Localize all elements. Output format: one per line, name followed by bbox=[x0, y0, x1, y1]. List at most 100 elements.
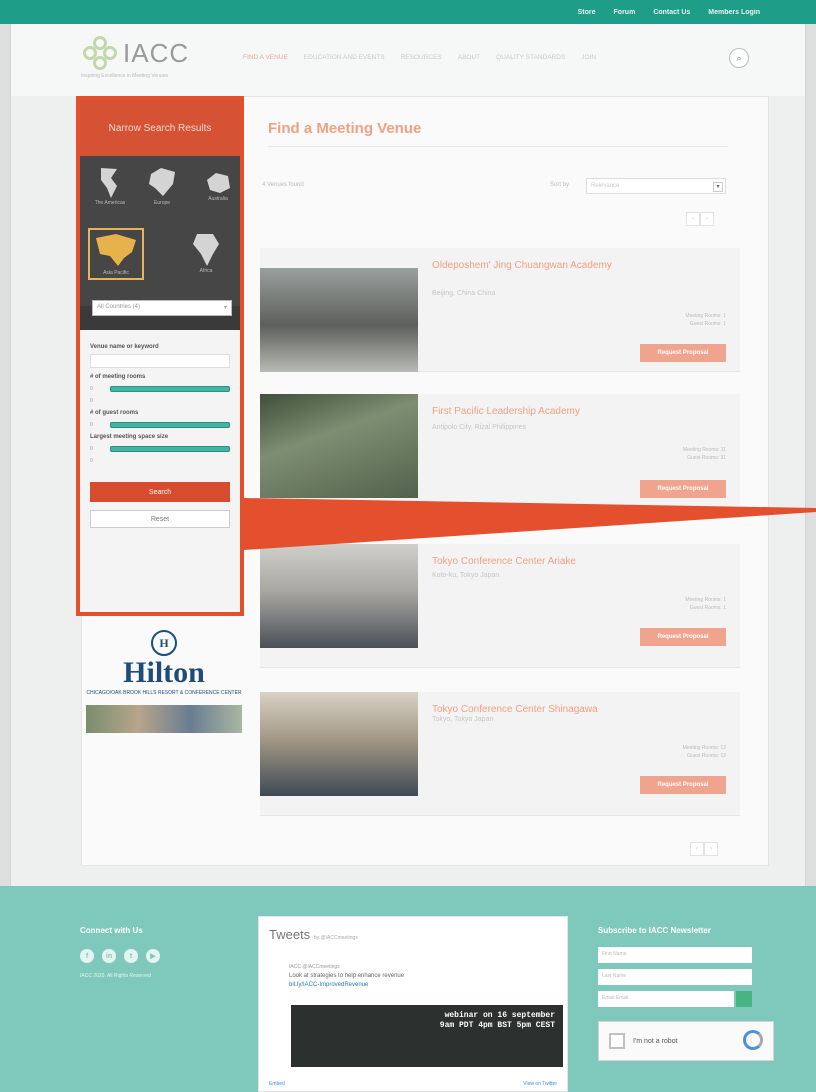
ad-image bbox=[86, 705, 242, 733]
tweet-link[interactable]: bit.ly/IACC-ImprovedRevenue bbox=[289, 981, 549, 990]
prev-page-icon[interactable]: ‹ bbox=[690, 842, 704, 856]
nav-find-venue[interactable]: Find a Venue bbox=[243, 54, 288, 61]
guest-rooms-label: # of guest rooms bbox=[90, 410, 139, 416]
captcha-checkbox[interactable] bbox=[609, 1033, 625, 1049]
twitter-widget: Tweets by @IACCmeetings IACC @IACCmeetin… bbox=[258, 916, 568, 1092]
venue-card[interactable]: Tokyo Conference Center Shinagawa Tokyo,… bbox=[260, 692, 740, 816]
region-europe[interactable]: Europe bbox=[142, 166, 182, 206]
region-label: Europe bbox=[153, 200, 171, 206]
youtube-icon[interactable]: ▶ bbox=[146, 949, 160, 963]
venue-name[interactable]: Oldeposhem' Jing Chuangwan Academy bbox=[432, 260, 612, 272]
australia-map-icon bbox=[207, 173, 230, 193]
europe-map-icon bbox=[149, 168, 175, 196]
email-field[interactable]: Email Email bbox=[598, 991, 734, 1007]
utility-link-contact[interactable]: Contact Us bbox=[653, 9, 690, 16]
largest-space-slider[interactable] bbox=[110, 446, 230, 452]
recaptcha-icon bbox=[743, 1030, 763, 1050]
narrow-search-panel: Narrow Search Results The Americas Europ… bbox=[76, 96, 244, 616]
sort-value: Relevance bbox=[591, 183, 620, 189]
americas-map-icon bbox=[101, 168, 117, 198]
region-africa[interactable]: Africa bbox=[184, 230, 228, 274]
venue-location: Beijing, China China bbox=[432, 290, 496, 297]
search-button[interactable]: Search bbox=[90, 482, 230, 502]
nav-quality[interactable]: Quality Standards bbox=[496, 54, 565, 61]
nav-join[interactable]: Join bbox=[581, 54, 596, 61]
utility-link-login[interactable]: Members Login bbox=[708, 9, 760, 16]
hilton-ad[interactable]: H Hilton CHICAGO/OAK BROOK HILLS RESORT … bbox=[86, 630, 242, 762]
next-page-icon[interactable]: › bbox=[700, 212, 714, 226]
guest-rooms-count: Guest Rooms: 12 bbox=[687, 753, 726, 759]
meeting-rooms-label: # of meeting rooms bbox=[90, 374, 146, 380]
venue-photo bbox=[260, 268, 418, 372]
utility-link-store[interactable]: Store bbox=[578, 9, 596, 16]
tweet-author[interactable]: IACC @IACCmeetings bbox=[289, 963, 549, 972]
twitter-icon[interactable]: t bbox=[124, 949, 138, 963]
results-count: 4 Venues found bbox=[262, 182, 304, 188]
venue-stats: Meeting Rooms: 1 Guest Rooms: 1 bbox=[685, 312, 726, 328]
meeting-rooms-count: Meeting Rooms: 11 bbox=[683, 447, 726, 453]
recaptcha[interactable]: I'm not a robot bbox=[598, 1021, 774, 1061]
guest-rooms-slider[interactable] bbox=[110, 422, 230, 428]
guest-rooms-count: Guest Rooms: 31 bbox=[687, 455, 726, 461]
facebook-icon[interactable]: f bbox=[80, 949, 94, 963]
request-proposal-button[interactable]: Request Proposal bbox=[640, 344, 726, 362]
request-proposal-button[interactable]: Request Proposal bbox=[640, 628, 726, 646]
prev-page-icon[interactable]: ‹ bbox=[686, 212, 700, 226]
site-logo[interactable]: IACC bbox=[83, 36, 189, 70]
region-label: The Americas bbox=[94, 200, 126, 206]
reset-button[interactable]: Reset bbox=[90, 510, 230, 528]
connect-title: Connect with Us bbox=[80, 926, 143, 935]
region-label: Australia bbox=[208, 196, 228, 202]
venue-stats: Meeting Rooms: 11 Guest Rooms: 31 bbox=[683, 446, 726, 462]
slider-min: 0 bbox=[90, 446, 93, 452]
tweet-image[interactable]: webinar on 16 september 9am PDT 4pm BST … bbox=[291, 1005, 563, 1067]
embed-link[interactable]: Embed bbox=[269, 1081, 285, 1087]
last-name-field[interactable]: Last Name bbox=[598, 969, 752, 985]
tweets-by[interactable]: by @IACCmeetings bbox=[314, 935, 358, 941]
region-australia[interactable]: Australia bbox=[198, 170, 238, 202]
keyword-input[interactable] bbox=[90, 354, 230, 368]
connect-section: Connect with Us f in t ▶ IACC 2020. All … bbox=[80, 926, 160, 979]
region-asia-pacific[interactable]: Asia Pacific bbox=[88, 228, 144, 280]
country-select[interactable]: All Countries (4) ▾ bbox=[92, 300, 232, 316]
guest-rooms-count: Guest Rooms: 1 bbox=[689, 321, 726, 327]
sort-select[interactable]: Relevance ▾ bbox=[586, 178, 726, 194]
tweet-text: Look at strategies to help enhance reven… bbox=[289, 973, 405, 979]
region-label: Africa bbox=[199, 268, 213, 274]
venue-stats: Meeting Rooms: 12 Guest Rooms: 12 bbox=[683, 744, 726, 760]
filter-form: Venue name or keyword # of meeting rooms… bbox=[80, 330, 240, 612]
request-proposal-button[interactable]: Request Proposal bbox=[640, 776, 726, 794]
region-americas[interactable]: The Americas bbox=[90, 166, 130, 206]
venue-card[interactable]: Oldeposhem' Jing Chuangwan Academy Beiji… bbox=[260, 248, 740, 372]
meeting-rooms-count: Meeting Rooms: 12 bbox=[682, 745, 726, 751]
venue-location: Antipolo City, Rizal Philippines bbox=[432, 424, 527, 431]
keyword-label: Venue name or keyword bbox=[90, 344, 159, 350]
meeting-rooms-slider[interactable] bbox=[110, 386, 230, 392]
logo-mark-icon bbox=[83, 36, 117, 70]
nav-education[interactable]: Education and Events bbox=[304, 54, 385, 61]
venue-name[interactable]: Tokyo Conference Center Shinagawa bbox=[432, 704, 612, 716]
main-nav: Find a Venue Education and Events Resour… bbox=[243, 54, 596, 61]
site-header: IACC Inspiring Excellence in Meeting Ven… bbox=[11, 24, 805, 96]
callout-arrow-icon bbox=[244, 498, 816, 550]
venue-name[interactable]: First Pacific Leadership Academy bbox=[432, 406, 612, 418]
view-on-twitter-link[interactable]: View on Twitter bbox=[523, 1081, 557, 1087]
chevron-down-icon: ▾ bbox=[223, 305, 227, 311]
meeting-rooms-count: Meeting Rooms: 1 bbox=[685, 313, 726, 319]
first-name-field[interactable]: First Name bbox=[598, 947, 752, 963]
ad-brand: Hilton bbox=[123, 656, 205, 689]
site-footer: Connect with Us f in t ▶ IACC 2020. All … bbox=[0, 886, 816, 1092]
nav-resources[interactable]: Resources bbox=[401, 54, 442, 61]
linkedin-icon[interactable]: in bbox=[102, 949, 116, 963]
subscribe-button[interactable] bbox=[736, 991, 752, 1007]
venue-photo bbox=[260, 692, 418, 796]
utility-link-forum[interactable]: Forum bbox=[614, 9, 636, 16]
nav-about[interactable]: About bbox=[458, 54, 480, 61]
africa-map-icon bbox=[193, 234, 219, 266]
next-page-icon[interactable]: › bbox=[704, 842, 718, 856]
venue-location: Koto-ku, Tokyo Japan bbox=[432, 572, 500, 579]
venue-location: Tokyo, Tokyo Japan bbox=[432, 716, 494, 723]
search-icon[interactable]: ⌕ bbox=[729, 48, 749, 68]
pagination-bottom: ‹ › bbox=[690, 842, 718, 856]
slider-min: 0 bbox=[90, 386, 93, 392]
